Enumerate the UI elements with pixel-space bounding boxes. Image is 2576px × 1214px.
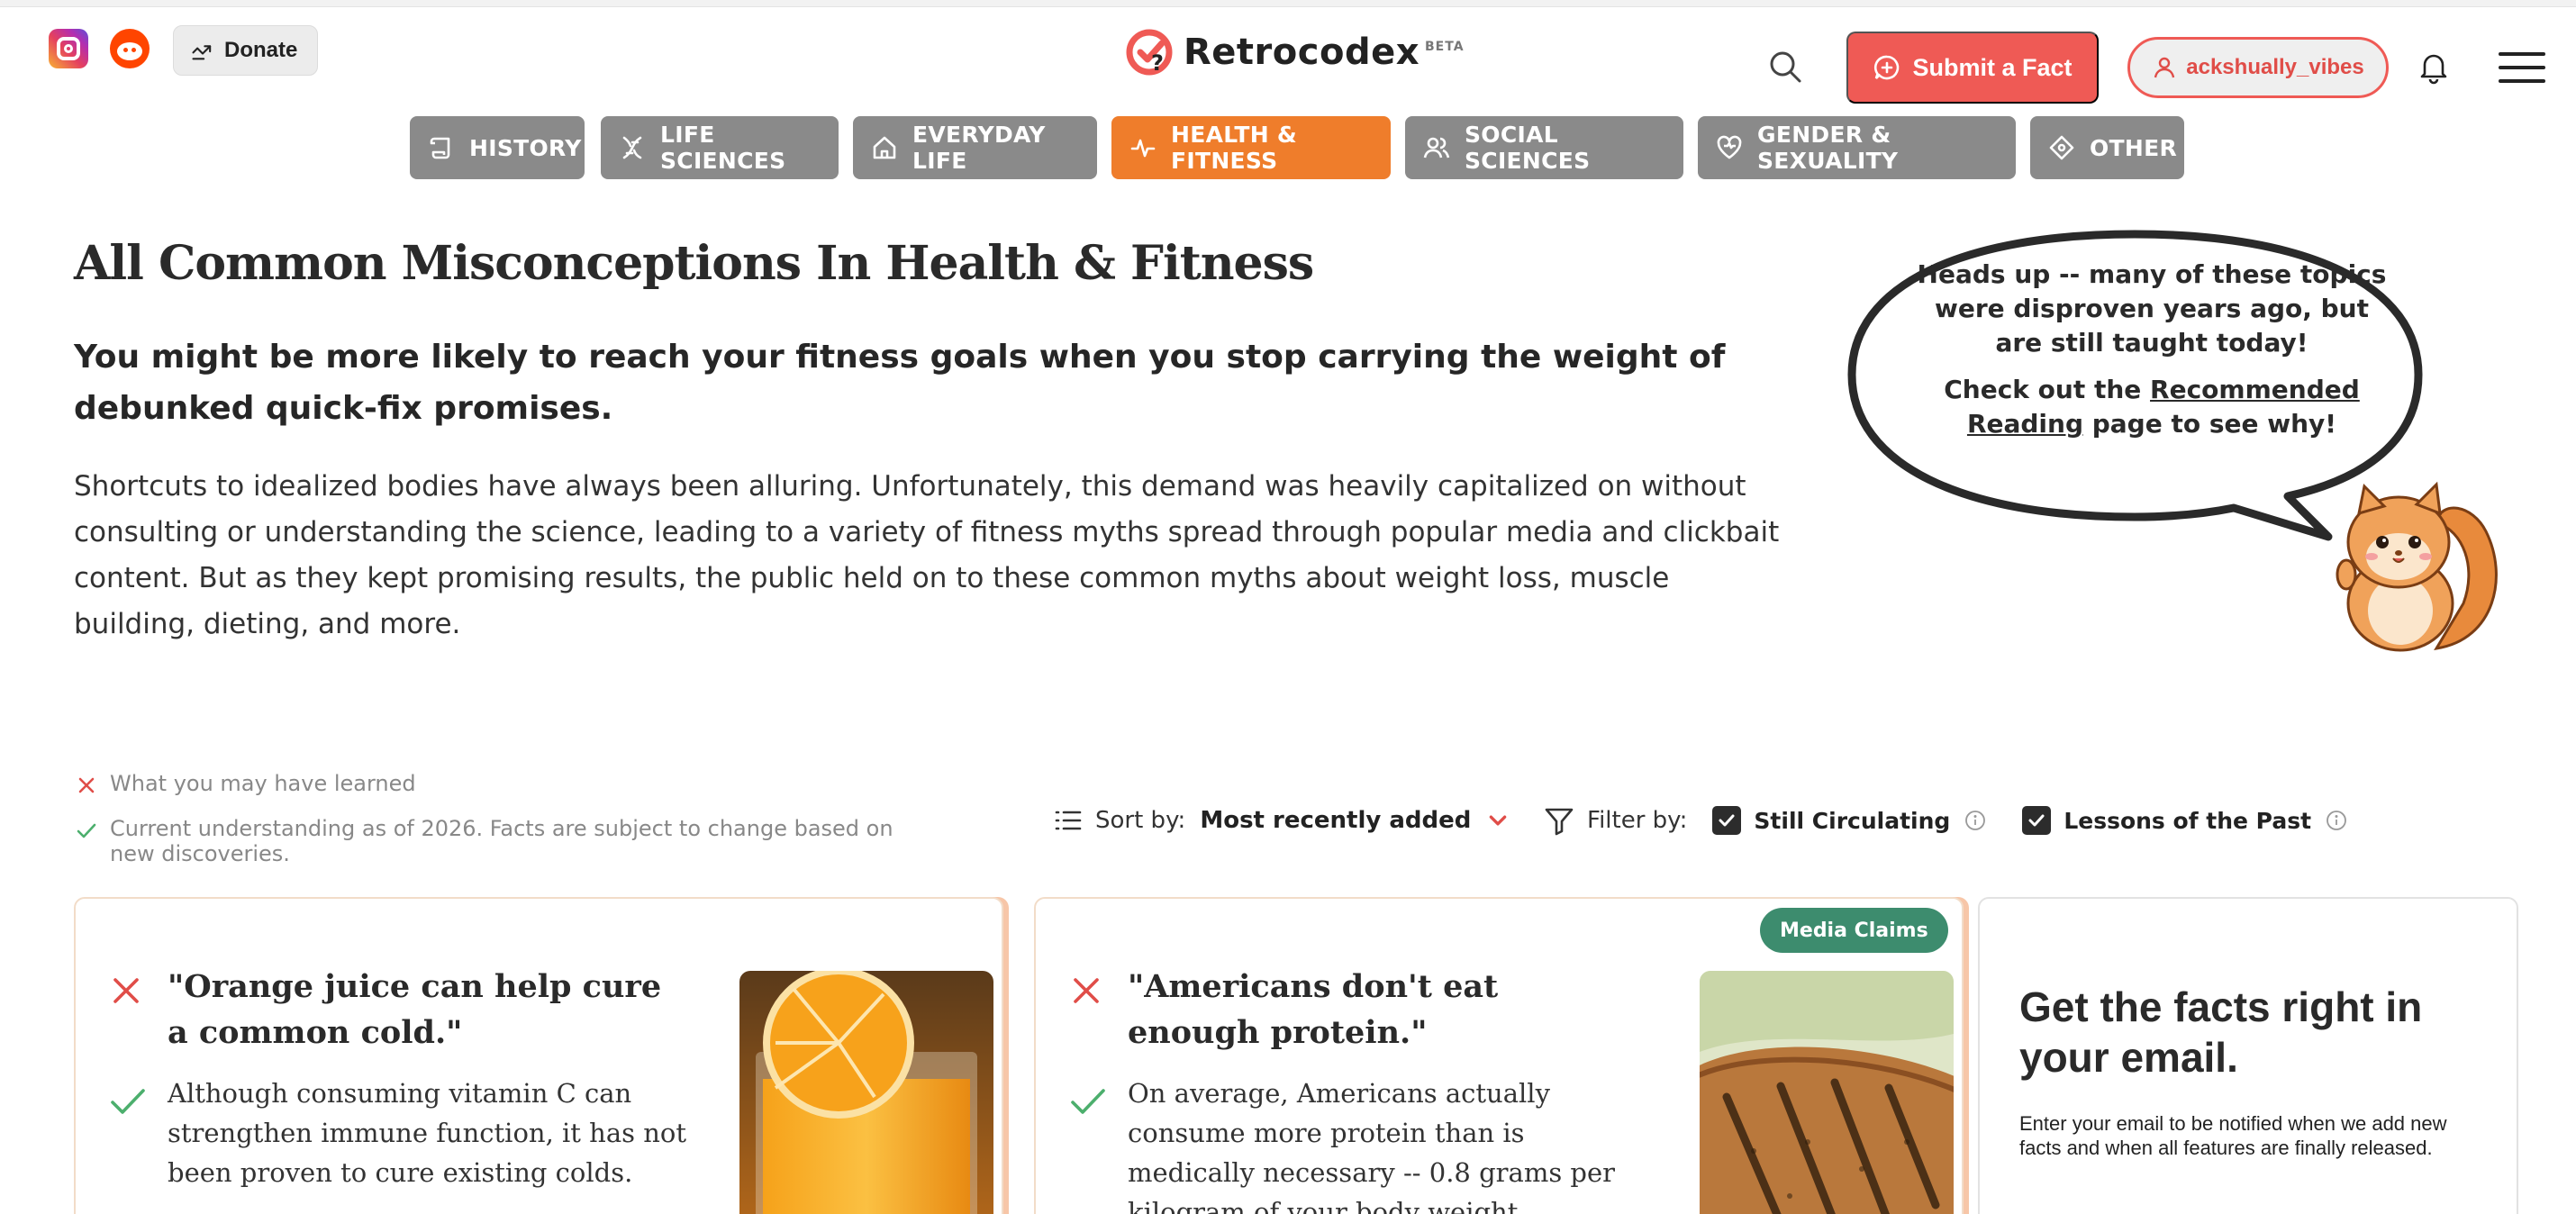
tab-label: GENDER & SEXUALITY — [1757, 122, 1899, 174]
fact-card[interactable]: "Orange juice can help cure a common col… — [74, 897, 1003, 1214]
fact-check-icon — [111, 1089, 145, 1114]
svg-text:?: ? — [1151, 50, 1164, 76]
squirrel-mascot-icon — [2336, 481, 2498, 652]
tab-label: LIFE SCIENCES — [660, 122, 786, 174]
tab-label: HEALTH & FITNESS — [1171, 122, 1298, 174]
bubble-cta: Check out the Recommended Reading page t… — [1944, 375, 2360, 439]
list-icon — [1055, 811, 1082, 830]
category-tabs: HISTORY LIFE SCIENCES EVERYDAY LIFE HEAL… — [0, 116, 2576, 179]
tab-other[interactable]: OTHER — [2030, 116, 2184, 179]
reddit-icon[interactable] — [110, 29, 150, 68]
lessons-of-past-label[interactable]: Lessons of the Past — [2064, 808, 2311, 834]
legend-fact-label: Current understanding as of 2026. Facts … — [110, 816, 893, 866]
card-fact-text: Although consuming vitamin C can strengt… — [168, 1078, 687, 1188]
page-title: All Common Misconceptions In Health & Fi… — [74, 236, 1314, 291]
sort-value[interactable]: Most recently added — [1200, 807, 1471, 834]
tab-life-sciences[interactable]: LIFE SCIENCES — [601, 116, 839, 179]
checkmark-icon — [1719, 814, 1735, 827]
card-myth-text: "Orange juice can help cure a common col… — [168, 968, 662, 1051]
info-icon[interactable] — [2326, 810, 2347, 831]
chevron-down-icon — [1490, 815, 1507, 826]
sort-label: Sort by: — [1095, 807, 1186, 834]
dna-icon — [622, 136, 642, 159]
retrocodex-logo-icon: ? — [1126, 29, 1173, 76]
instagram-icon[interactable] — [49, 29, 88, 68]
tab-label: OTHER — [2090, 134, 2178, 161]
user-profile-button[interactable]: ackshually_vibes — [2127, 37, 2389, 98]
page-intro: Shortcuts to idealized bodies have alway… — [74, 470, 1780, 640]
people-icon — [1423, 137, 1450, 159]
site-header: Donate ? Retrocodex BETA Submit a Fact a… — [0, 7, 2576, 106]
window-top-edge — [0, 0, 2576, 7]
tab-gender-sexuality[interactable]: GENDER & SEXUALITY — [1698, 116, 2016, 179]
search-icon[interactable] — [1767, 49, 1803, 85]
beta-badge: BETA — [1425, 40, 1465, 54]
legend-myth: What you may have learned — [76, 771, 976, 796]
heart-hand-icon — [192, 45, 212, 60]
lessons-of-past-checkbox[interactable] — [2022, 806, 2052, 835]
orange-juice-image — [739, 971, 993, 1214]
user-icon — [2154, 57, 2175, 78]
myth-x-icon — [1074, 978, 1099, 1003]
donate-button[interactable]: Donate — [173, 25, 319, 76]
submit-fact-button[interactable]: Submit a Fact — [1846, 32, 2099, 104]
grilled-chicken-image — [1700, 971, 1954, 1214]
page-subtitle: You might be more likely to reach your f… — [74, 339, 1726, 427]
bell-icon[interactable] — [2416, 49, 2452, 85]
fact-card[interactable]: Media Claims "Americans don't eat enough… — [1034, 897, 1964, 1214]
filter-control: Filter by: Still Circulating Lessons of … — [1544, 805, 2347, 836]
hamburger-menu-icon[interactable] — [2499, 52, 2545, 83]
bubble-line: Heads up -- many of these topics were di… — [1917, 259, 2387, 358]
submit-fact-label: Submit a Fact — [1912, 53, 2073, 81]
sort-control[interactable]: Sort by: Most recently added — [1054, 807, 1512, 834]
fact-check-icon — [1071, 1089, 1105, 1114]
logo-text: Retrocodex — [1184, 32, 1420, 73]
still-circulating-checkbox[interactable] — [1712, 806, 1742, 835]
card-myth-text: "Americans don't eat enough protein." — [1128, 968, 1499, 1051]
checkmark-icon — [2028, 814, 2045, 827]
legend: What you may have learned Current unders… — [76, 771, 976, 866]
filter-label: Filter by: — [1587, 807, 1688, 834]
pulse-icon — [1130, 139, 1156, 158]
site-logo[interactable]: ? Retrocodex — [1124, 27, 1420, 77]
newsletter-description: Enter your email to be notified when we … — [2019, 1112, 2447, 1159]
x-mark-icon — [78, 777, 95, 793]
filter-funnel-icon — [1545, 808, 1574, 836]
chat-plus-icon — [1874, 55, 1900, 80]
donate-label: Donate — [224, 38, 298, 62]
legend-myth-label: What you may have learned — [110, 771, 416, 796]
tab-health-fitness[interactable]: HEALTH & FITNESS — [1111, 116, 1391, 179]
scroll-icon — [430, 137, 450, 159]
heart-icon — [1717, 135, 1742, 159]
check-mark-icon — [77, 823, 96, 838]
username-label: ackshually_vibes — [2186, 55, 2364, 79]
media-claims-badge: Media Claims — [1760, 908, 1948, 953]
newsletter-card: Get the facts right in your email. Enter… — [1978, 897, 2518, 1214]
tab-history[interactable]: HISTORY — [410, 116, 585, 179]
tab-label: HISTORY — [469, 134, 582, 161]
speech-bubble-text: Heads up -- many of these topics were di… — [1913, 258, 2390, 441]
info-icon[interactable] — [1964, 810, 1986, 831]
myth-x-icon — [113, 978, 139, 1003]
tab-social-sciences[interactable]: SOCIAL SCIENCES — [1405, 116, 1683, 179]
tab-label: EVERYDAY LIFE — [912, 122, 1046, 174]
tab-everyday-life[interactable]: EVERYDAY LIFE — [853, 116, 1097, 179]
legend-fact: Current understanding as of 2026. Facts … — [76, 816, 976, 866]
tab-label: SOCIAL SCIENCES — [1465, 122, 1591, 174]
newsletter-title: Get the facts right in your email. — [2019, 983, 2423, 1081]
home-icon — [873, 136, 896, 159]
card-fact-text: On average, Americans actually consume m… — [1128, 1078, 1616, 1214]
still-circulating-label[interactable]: Still Circulating — [1754, 808, 1950, 834]
diamond-icon — [2049, 135, 2074, 160]
